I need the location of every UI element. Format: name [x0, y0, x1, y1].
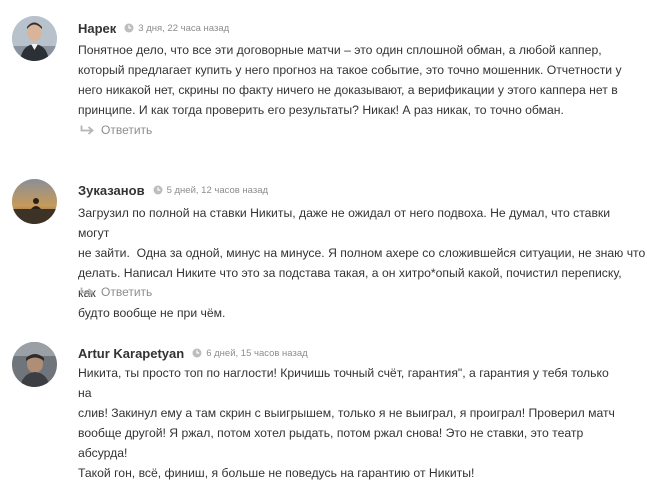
clock-icon [153, 185, 163, 195]
comment-line: принципе. И как тогда проверить его резу… [78, 103, 564, 117]
reply-button[interactable]: Ответить [80, 121, 152, 139]
reply-label: Ответить [101, 123, 153, 137]
reply-arrow-icon [80, 125, 94, 135]
comment-line: делать. Написал Никите что это за подста… [78, 266, 622, 300]
comment-item: Artur Karapetyan 6 дней, 15 часов назад … [0, 315, 647, 480]
clock-icon [124, 23, 134, 33]
comment-text: Понятное дело, что все эти договорные ма… [78, 40, 623, 120]
comment-text: Загрузил по полной на ставки Никиты, даж… [78, 203, 647, 323]
comment-date: 6 дней, 15 часов назад [206, 347, 308, 359]
comment-line: Такой гон, всё, финиш, я больше не повед… [78, 466, 475, 480]
comment-date: 3 дня, 22 часа назад [138, 22, 230, 34]
reply-arrow-icon [80, 287, 94, 297]
comment-author[interactable]: Artur Karapetyan [78, 346, 184, 361]
comment-line: не зайти. Одна за одной, минус на минусе… [78, 246, 647, 260]
avatar[interactable] [12, 179, 57, 224]
avatar[interactable] [12, 16, 57, 61]
user-photo-icon [12, 179, 57, 224]
comment-item: Нарек 3 дня, 22 часа назад Понятное дело… [0, 0, 647, 150]
comment-author[interactable]: Зуказанов [78, 183, 145, 198]
comment-date: 5 дней, 12 часов назад [166, 184, 269, 196]
clock-icon [192, 348, 202, 358]
comment-author[interactable]: Нарек [78, 21, 116, 36]
comment-text: Никита, ты просто топ по наглости! Кричи… [78, 363, 623, 483]
reply-button[interactable]: Ответить [80, 283, 152, 301]
comment-line: который предлагает купить у него прогноз… [78, 63, 622, 77]
comment-line: Понятное дело, что все эти договорные ма… [78, 43, 602, 57]
comment-line: него никакой нет, скрины по факту ничего… [78, 83, 618, 97]
comment-line: слив! Закинул ему а там скрин с выигрыше… [78, 406, 615, 420]
avatar[interactable] [12, 342, 57, 387]
comment-line: вообще другой! Я ржал, потом хотел рыдат… [78, 426, 584, 460]
user-photo-icon [12, 342, 57, 387]
comment-line: Никита, ты просто топ по наглости! Кричи… [78, 366, 609, 400]
reply-label: Ответить [101, 285, 153, 299]
comment-item: Зуказанов 5 дней, 12 часов назад Загрузи… [0, 150, 647, 320]
user-photo-icon [12, 16, 57, 61]
comment-line: Загрузил по полной на ставки Никиты, даж… [78, 206, 611, 240]
